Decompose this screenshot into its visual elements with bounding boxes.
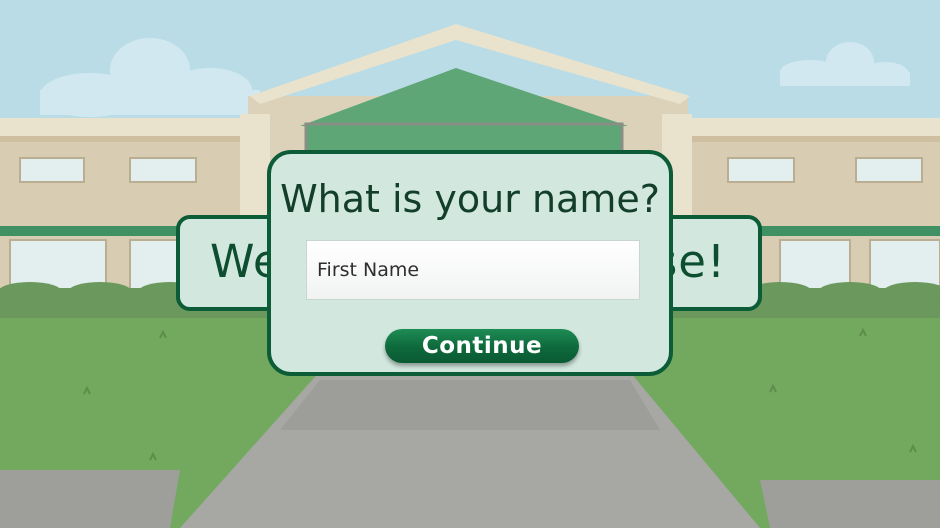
continue-button[interactable]: Continue <box>385 329 579 363</box>
first-name-input[interactable] <box>306 240 640 300</box>
dialog-title: What is your name? <box>280 177 660 221</box>
name-dialog: What is your name? Continue <box>267 150 673 376</box>
